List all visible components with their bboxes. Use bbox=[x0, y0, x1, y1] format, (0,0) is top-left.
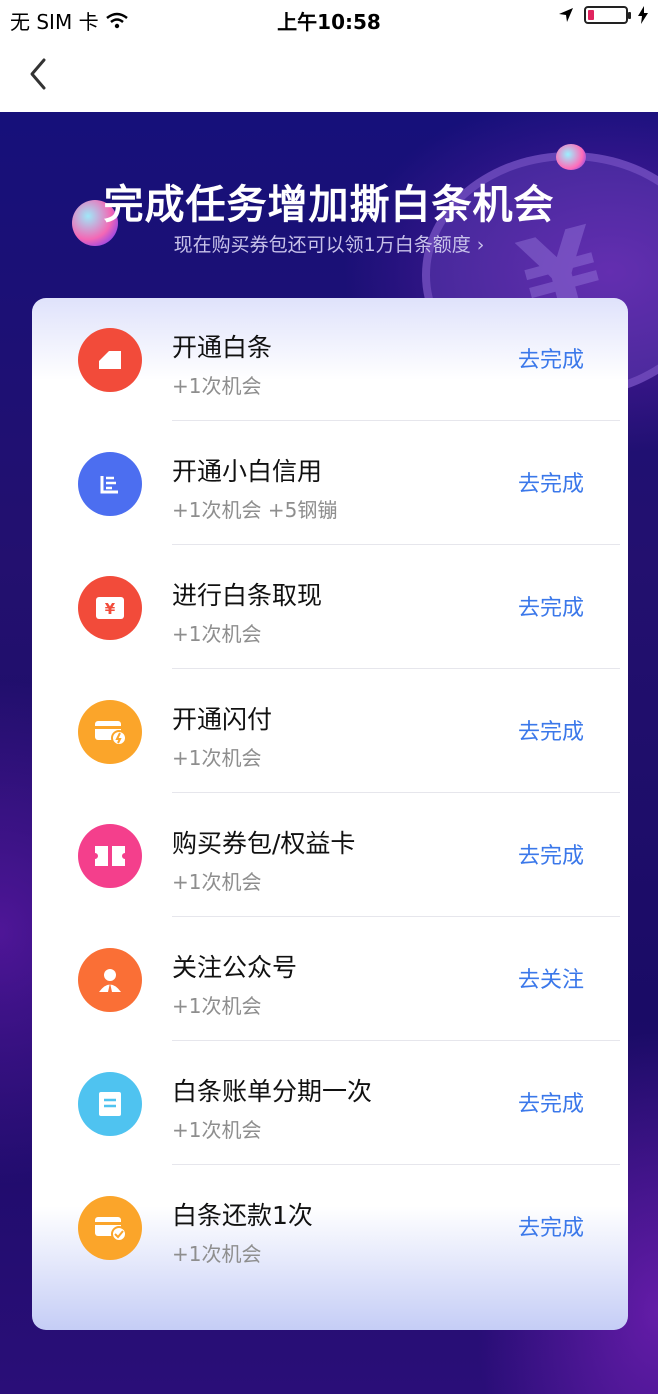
task-reward: +1次机会 +5钢镚 bbox=[172, 498, 338, 522]
task-reward: +1次机会 bbox=[172, 1242, 262, 1266]
repay-icon bbox=[78, 1196, 142, 1260]
charging-icon bbox=[638, 6, 648, 24]
task-row: ¥ 进行白条取现 +1次机会 去完成 bbox=[32, 546, 628, 669]
task-reward: +1次机会 bbox=[172, 374, 262, 398]
hero-banner: ¥ 完成任务增加撕白条机会 现在购买券包还可以领1万白条额度 › 开通白条 +1次… bbox=[0, 112, 658, 1394]
task-action-button[interactable]: 去关注 bbox=[518, 962, 584, 994]
divider bbox=[172, 544, 620, 545]
status-bar: 无 SIM 卡 上午10:58 bbox=[0, 0, 658, 36]
task-title: 开通白条 bbox=[172, 333, 273, 362]
task-row: 开通小白信用 +1次机会 +5钢镚 去完成 bbox=[32, 422, 628, 545]
divider bbox=[172, 1040, 620, 1041]
task-reward: +1次机会 bbox=[172, 622, 262, 646]
battery-icon bbox=[584, 6, 631, 24]
bill-icon bbox=[78, 1072, 142, 1136]
task-row: 购买券包/权益卡 +1次机会 去完成 bbox=[32, 794, 628, 917]
task-row: 开通白条 +1次机会 去完成 bbox=[32, 298, 628, 421]
task-reward: +1次机会 bbox=[172, 870, 262, 894]
divider bbox=[172, 668, 620, 669]
nav-bar bbox=[0, 36, 658, 112]
location-icon bbox=[559, 8, 573, 22]
task-row: 白条还款1次 +1次机会 去完成 bbox=[32, 1166, 628, 1289]
task-title: 白条还款1次 bbox=[172, 1201, 313, 1230]
task-action-button[interactable]: 去完成 bbox=[518, 714, 584, 746]
svg-text:¥: ¥ bbox=[105, 600, 116, 618]
task-reward: +1次机会 bbox=[172, 994, 262, 1018]
task-action-button[interactable]: 去完成 bbox=[518, 838, 584, 870]
task-reward: +1次机会 bbox=[172, 1118, 262, 1142]
task-action-button[interactable]: 去完成 bbox=[518, 590, 584, 622]
task-action-button[interactable]: 去完成 bbox=[518, 342, 584, 374]
task-row: 开通闪付 +1次机会 去完成 bbox=[32, 670, 628, 793]
task-card: 开通白条 +1次机会 去完成 开通小白信用 +1次机会 +5钢镚 去完成 ¥ 进行白条取现 +1… bbox=[32, 298, 628, 1330]
credit-icon bbox=[78, 452, 142, 516]
task-title: 进行白条取现 bbox=[172, 581, 323, 610]
task-reward: +1次机会 bbox=[172, 746, 262, 770]
divider bbox=[172, 1164, 620, 1165]
divider bbox=[172, 420, 620, 421]
baitiao-icon bbox=[78, 328, 142, 392]
page-title: 完成任务增加撕白条机会 bbox=[103, 182, 555, 228]
task-action-button[interactable]: 去完成 bbox=[518, 466, 584, 498]
task-title: 关注公众号 bbox=[172, 953, 298, 982]
promo-link[interactable]: 现在购买券包还可以领1万白条额度 › bbox=[0, 230, 658, 257]
person-icon bbox=[78, 948, 142, 1012]
task-action-button[interactable]: 去完成 bbox=[518, 1086, 584, 1118]
flash-pay-icon bbox=[78, 700, 142, 764]
cash-icon: ¥ bbox=[78, 576, 142, 640]
task-action-button[interactable]: 去完成 bbox=[518, 1210, 584, 1242]
task-title: 开通闪付 bbox=[172, 705, 273, 734]
bubble-decoration bbox=[556, 144, 586, 170]
task-row: 白条账单分期一次 +1次机会 去完成 bbox=[32, 1042, 628, 1165]
divider bbox=[172, 792, 620, 793]
divider bbox=[172, 916, 620, 917]
coupon-icon bbox=[78, 824, 142, 888]
task-row: 关注公众号 +1次机会 去关注 bbox=[32, 918, 628, 1041]
task-title: 购买券包/权益卡 bbox=[172, 829, 356, 858]
back-icon[interactable] bbox=[24, 54, 54, 94]
task-title: 白条账单分期一次 bbox=[172, 1077, 373, 1106]
task-title: 开通小白信用 bbox=[172, 457, 323, 486]
